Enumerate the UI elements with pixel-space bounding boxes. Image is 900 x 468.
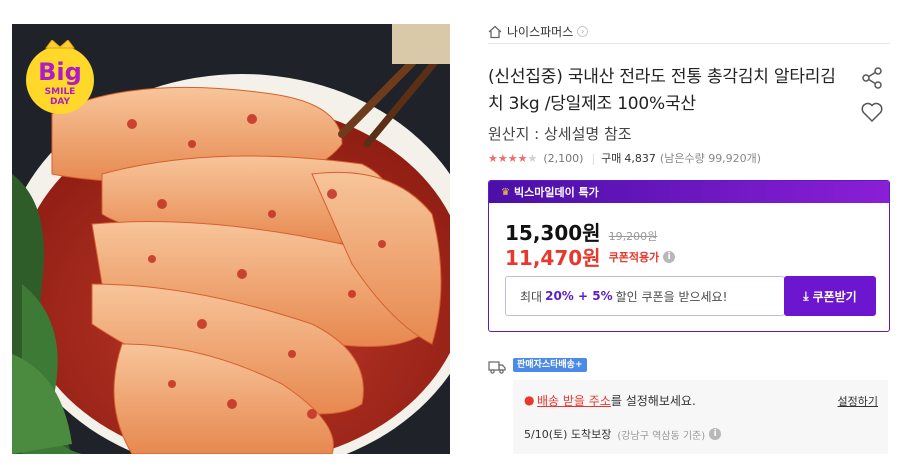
share-icon[interactable]	[860, 66, 884, 90]
eta-date: 5/10(토) 도착보장	[524, 428, 612, 441]
coupon-price-row: 11,470원 쿠폰적용가 i	[505, 242, 676, 271]
location-pin-icon: ●	[524, 393, 535, 407]
info-icon[interactable]: i	[709, 428, 722, 440]
rating-row: ★ ★ ★ ★ ★ (2,100) | 구매 4,837 (남은수량 99,92…	[488, 150, 761, 166]
big-smile-day-badge: Big SMILE DAY	[22, 40, 98, 116]
product-title: (신선집중) 국내산 전라도 전통 총각김치 알타리김치 3kg /당일제조 1…	[488, 67, 836, 114]
heart-icon[interactable]	[860, 100, 884, 124]
purchase-count: 4,837	[624, 151, 656, 165]
address-link[interactable]: 배송 받을 주소	[537, 394, 611, 408]
delivery-badge: 판매자스타배송+	[513, 358, 587, 372]
star-icon: ★	[497, 151, 508, 165]
remaining-stock: (남은수량 99,920개)	[659, 152, 762, 165]
address-prompt: 배송 받을 주소를 설정해보세요.	[537, 392, 696, 409]
download-icon: ⤓	[803, 288, 809, 303]
star-rating: ★ ★ ★ ★ ★	[488, 153, 537, 164]
set-address-link[interactable]: 설정하기	[838, 393, 878, 409]
coupon-price: 11,470원	[505, 246, 601, 270]
svg-text:SMILE: SMILE	[45, 87, 76, 97]
address-suffix: 를 설정해보세요.	[610, 394, 696, 408]
crown-icon	[45, 40, 75, 49]
deal-box: ♛ 빅스마일데이 특가 15,300원 19,200원 11,470원 쿠폰적용…	[488, 180, 890, 332]
coupon-message: 최대 20% + 5% 할인 쿠폰을 받으세요!	[505, 276, 785, 316]
get-coupon-label: 쿠폰받기	[812, 289, 857, 304]
home-icon	[488, 25, 502, 38]
info-icon[interactable]: i	[663, 250, 676, 263]
coupon-msg-suffix: 할인 쿠폰을 받으세요!	[615, 289, 728, 304]
review-count[interactable]: (2,100)	[543, 152, 583, 165]
divider: |	[591, 151, 596, 165]
svg-text:DAY: DAY	[50, 97, 71, 107]
delivery-address-box: ● 배송 받을 주소를 설정해보세요. 설정하기 5/10(토) 도착보장 (강…	[513, 380, 888, 454]
star-icon: ★	[507, 151, 518, 165]
deal-header: ♛ 빅스마일데이 특가	[489, 181, 889, 203]
coupon-applied-label: 쿠폰적용가	[608, 250, 660, 264]
product-origin: 원산지 : 상세설명 참조	[488, 125, 632, 143]
chevron-right-icon[interactable]: ›	[577, 26, 589, 37]
star-icon: ★	[488, 151, 498, 165]
eta-area: (강남구 역삼동 기준)	[617, 430, 706, 442]
truck-icon	[488, 361, 506, 374]
purchase-label: 구매	[601, 152, 622, 165]
seller-name[interactable]: 나이스파머스	[507, 23, 573, 40]
coupon-msg-prefix: 최대	[520, 289, 543, 304]
deal-title: 빅스마일데이 특가	[513, 186, 599, 199]
get-coupon-button[interactable]: ⤓ 쿠폰받기	[784, 276, 876, 316]
coupon-msg-highlight: 20% + 5%	[545, 289, 613, 303]
star-icon: ★	[517, 151, 528, 165]
big-smile-day-logo: Big SMILE DAY	[26, 40, 94, 114]
crown-icon: ♛	[501, 186, 510, 198]
svg-text:Big: Big	[38, 58, 82, 86]
seller-link[interactable]: 나이스파머스 ›	[488, 20, 890, 44]
delivery-eta: 5/10(토) 도착보장 (강남구 역삼동 기준) i	[524, 426, 722, 442]
star-icon: ★	[527, 151, 538, 165]
